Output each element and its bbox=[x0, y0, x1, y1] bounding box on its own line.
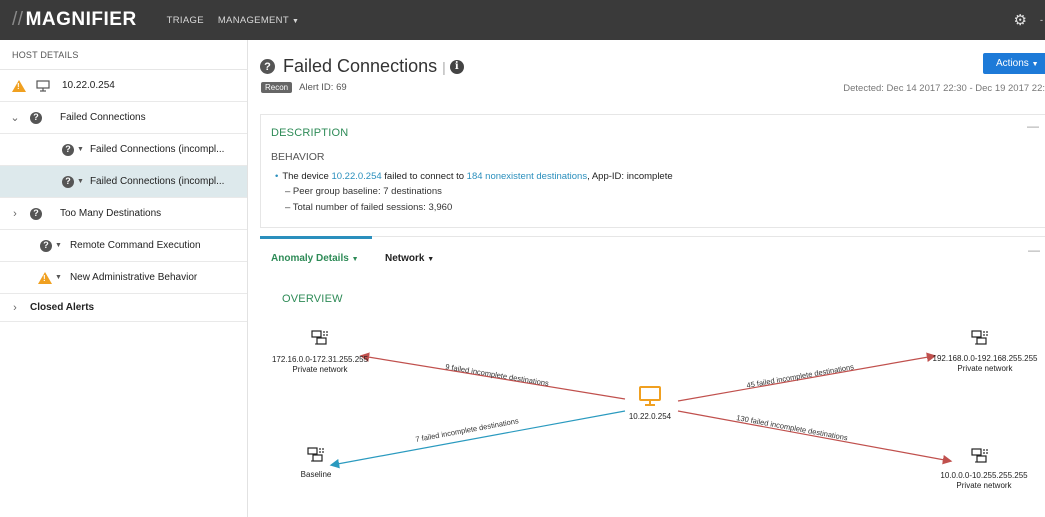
chevron-down-icon: ▼ bbox=[1031, 61, 1039, 68]
bullet-suffix: , App-ID: incomplete bbox=[587, 171, 673, 182]
network-devices-icon bbox=[971, 448, 988, 463]
network-node-n1[interactable]: 172.16.0.0-172.31.255.255 Private networ… bbox=[272, 330, 369, 374]
network-devices-icon bbox=[311, 330, 328, 345]
actions-button[interactable]: Actions ▼ bbox=[983, 53, 1045, 74]
sidebar-item-too-many-destinations[interactable]: › ? Too Many Destinations bbox=[0, 198, 247, 230]
center-node[interactable]: 10.22.0.254 bbox=[629, 386, 672, 421]
nav-item-label: TRIAGE bbox=[166, 14, 204, 26]
description-heading: DESCRIPTION bbox=[271, 127, 349, 139]
warning-icon: ! bbox=[38, 271, 52, 284]
question-icon: ? bbox=[62, 175, 74, 188]
edge-label-n2: 45 failed incomplete destinations bbox=[746, 362, 855, 390]
bullet-prefix: The device bbox=[282, 171, 329, 182]
gear-icon[interactable]: ⚙ bbox=[1014, 11, 1027, 29]
chevron-down-icon[interactable]: ⌄ bbox=[8, 111, 22, 124]
monitor-icon bbox=[36, 79, 50, 92]
chevron-down-icon[interactable]: ▼ bbox=[55, 242, 62, 249]
network-devices-icon bbox=[971, 330, 988, 345]
node-address: Baseline bbox=[301, 470, 332, 479]
sidebar-item-label: Too Many Destinations bbox=[60, 208, 162, 219]
sidebar-item-label: Failed Connections (incompl... bbox=[89, 176, 225, 187]
edge-label-n1: 9 failed incomplete destinations bbox=[445, 362, 550, 388]
edge-label-n4: 130 failed incomplete destinations bbox=[736, 413, 849, 442]
node-type: Private network bbox=[292, 365, 348, 374]
chevron-down-icon[interactable]: ▼ bbox=[55, 274, 62, 281]
collapse-icon[interactable]: — bbox=[1027, 119, 1039, 133]
failed-sessions-line: – Total number of failed sessions: 3,960 bbox=[285, 202, 453, 213]
alert-id: Alert ID: 69 bbox=[299, 82, 347, 93]
main-panel: ? Failed Connections | i Actions ▼ Recon… bbox=[248, 40, 1045, 517]
nav-item-management[interactable]: MANAGEMENT ▼ bbox=[218, 15, 299, 26]
sidebar-item-label: Remote Command Execution bbox=[69, 240, 201, 251]
actions-button-label: Actions bbox=[996, 58, 1029, 69]
nav-item-triage[interactable]: TRIAGE bbox=[167, 15, 204, 26]
chevron-down-icon[interactable]: ▼ bbox=[77, 146, 84, 153]
logo-mark-icon: // bbox=[12, 9, 24, 30]
node-address: 172.16.0.0-172.31.255.255 bbox=[272, 355, 369, 364]
sidebar-subitem-failed-connections-2[interactable]: ? ▼ Failed Connections (incompl... bbox=[0, 166, 247, 198]
sidebar: HOST DETAILS ! 10.22.0.254 ⌄ ? Failed Co… bbox=[0, 40, 248, 517]
sidebar-item-label: Failed Connections (incompl... bbox=[89, 144, 225, 155]
question-icon: ? bbox=[30, 111, 42, 124]
question-icon: ? bbox=[30, 207, 42, 220]
chevron-down-icon[interactable]: ▼ bbox=[77, 178, 84, 185]
device-link[interactable]: 10.22.0.254 bbox=[331, 171, 381, 182]
app-logo[interactable]: // MAGNIFIER bbox=[12, 9, 137, 31]
warning-icon: ! bbox=[12, 79, 26, 92]
title-divider: | bbox=[442, 58, 446, 75]
detected-range: Detected: Dec 14 2017 22:30 - Dec 19 201… bbox=[843, 83, 1045, 94]
destinations-link[interactable]: 184 nonexistent destinations bbox=[467, 171, 587, 182]
network-devices-icon bbox=[307, 447, 324, 462]
bullet-mid: failed to connect to bbox=[384, 171, 465, 182]
node-address: 192.168.0.0-192.168.255.255 bbox=[933, 354, 1039, 363]
sidebar-item-remote-command-execution[interactable]: ? ▼ Remote Command Execution bbox=[0, 230, 247, 262]
monitor-icon bbox=[639, 386, 661, 406]
logo-text: MAGNIFIER bbox=[25, 9, 137, 30]
node-type: Private network bbox=[956, 481, 1012, 490]
category-badge: Recon bbox=[261, 82, 293, 93]
network-graph: 9 failed incomplete destinations 45 fail… bbox=[272, 330, 1039, 490]
chevron-down-icon[interactable]: - bbox=[1040, 15, 1043, 25]
behavior-bullet: • The device 10.22.0.254 failed to connec… bbox=[275, 171, 673, 182]
sidebar-item-label: Closed Alerts bbox=[30, 302, 95, 313]
chevron-right-icon[interactable]: › bbox=[8, 302, 22, 314]
sidebar-item-label: New Administrative Behavior bbox=[69, 272, 198, 283]
host-ip: 10.22.0.254 bbox=[62, 80, 115, 91]
sidebar-subitem-failed-connections-1[interactable]: ? ▼ Failed Connections (incompl... bbox=[0, 134, 247, 166]
sidebar-item-new-administrative-behavior[interactable]: ! ▼ New Administrative Behavior bbox=[0, 262, 247, 294]
page-title: ? Failed Connections | i bbox=[260, 56, 464, 77]
sidebar-item-failed-connections[interactable]: ⌄ ? Failed Connections bbox=[0, 102, 247, 134]
sidebar-host-row[interactable]: ! 10.22.0.254 bbox=[0, 70, 247, 102]
info-icon[interactable]: i bbox=[449, 59, 464, 74]
sidebar-header: HOST DETAILS bbox=[0, 40, 247, 70]
center-node-label: 10.22.0.254 bbox=[629, 412, 672, 421]
network-node-n3[interactable]: Baseline bbox=[301, 447, 332, 479]
network-node-n4[interactable]: 10.0.0.0-10.255.255.255 Private network bbox=[940, 448, 1028, 490]
peer-baseline-line: – Peer group baseline: 7 destinations bbox=[285, 186, 442, 197]
alert-meta: Recon Alert ID: 69 bbox=[261, 82, 347, 93]
nav-item-label: MANAGEMENT bbox=[217, 14, 289, 26]
description-panel: DESCRIPTION — BEHAVIOR • The device 10.22… bbox=[260, 114, 1045, 228]
question-icon: ? bbox=[260, 59, 275, 74]
chevron-down-icon: ▼ bbox=[291, 17, 300, 25]
edge-line-n3 bbox=[329, 410, 626, 469]
question-icon: ? bbox=[40, 239, 52, 252]
bullet-icon: • bbox=[275, 171, 279, 182]
network-node-n2[interactable]: 192.168.0.0-192.168.255.255 Private netw… bbox=[933, 330, 1039, 373]
question-icon: ? bbox=[62, 143, 74, 156]
node-address: 10.0.0.0-10.255.255.255 bbox=[940, 471, 1028, 480]
behavior-heading: BEHAVIOR bbox=[271, 151, 325, 163]
sidebar-item-closed-alerts[interactable]: › Closed Alerts bbox=[0, 294, 247, 322]
top-nav-bar: // MAGNIFIER TRIAGE MANAGEMENT ▼ ⚙ - bbox=[0, 0, 1045, 40]
chevron-right-icon[interactable]: › bbox=[8, 208, 22, 220]
anomaly-panel: Anomaly Details ▼ Network ▼ — OVERVIEW 9… bbox=[260, 236, 1045, 517]
page-title-text: Failed Connections bbox=[283, 56, 438, 76]
sidebar-item-label: Failed Connections bbox=[60, 112, 146, 123]
node-type: Private network bbox=[957, 364, 1013, 373]
